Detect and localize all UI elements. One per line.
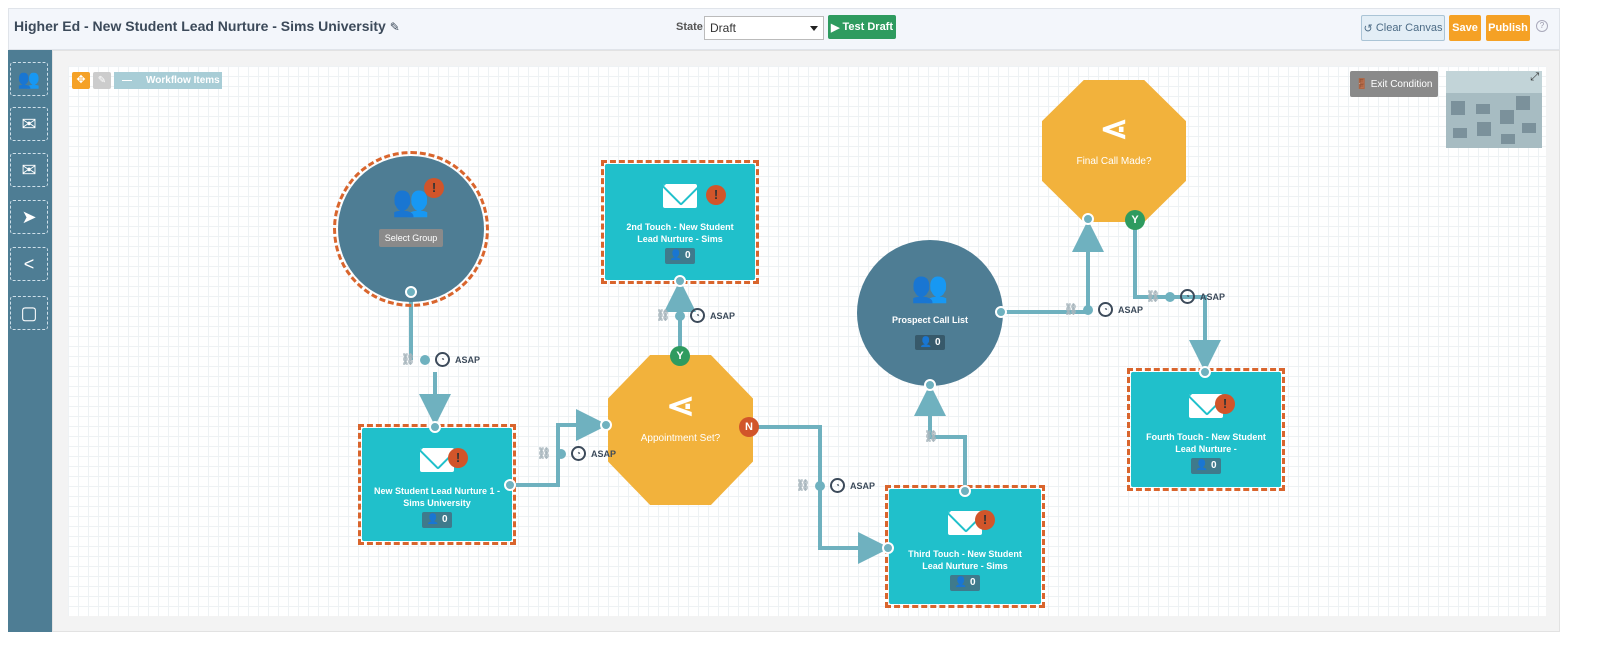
email-node-2[interactable]: 2nd Touch - New Student Lead Nurture - S… bbox=[605, 164, 755, 280]
email-node-4[interactable]: Fourth Touch - New Student Lead Nurture … bbox=[1131, 372, 1281, 487]
clock-icon: ◔ bbox=[570, 446, 586, 461]
delay-label[interactable]: ⛓ ◔ ASAP bbox=[796, 478, 875, 493]
delay-label[interactable]: ⛓ ◔ ASAP bbox=[656, 308, 735, 323]
node-label: Prospect Call List bbox=[891, 315, 969, 325]
node-label: New Student Lead Nurture 1 - Sims Univer… bbox=[374, 486, 501, 508]
delay-label[interactable]: ⛓ ◔ ASAP bbox=[401, 352, 480, 367]
final-call-made-split-node[interactable]: ⋖ Final Call Made? bbox=[1042, 80, 1186, 222]
select-group-button[interactable]: Select Group bbox=[378, 229, 444, 247]
user-icon: 👤 bbox=[426, 514, 439, 525]
contact-count: 👤 0 bbox=[1191, 458, 1221, 474]
connector-line bbox=[1000, 220, 1104, 314]
connector-dot bbox=[555, 448, 566, 459]
unlink-icon[interactable]: ⛓ bbox=[656, 309, 670, 322]
clock-icon: ◔ bbox=[1179, 289, 1195, 304]
unlink-label[interactable]: ⛓ bbox=[924, 430, 938, 443]
warning-icon: ! bbox=[975, 510, 995, 530]
connector-port[interactable] bbox=[924, 379, 936, 391]
node-label: Final Call Made? bbox=[1076, 156, 1152, 167]
delay-label[interactable]: ⛓ ◔ ASAP bbox=[1064, 302, 1143, 317]
node-label: Third Touch - New Student Lead Nurture -… bbox=[908, 549, 1022, 571]
user-icon: 👤 bbox=[669, 250, 682, 261]
connector-port[interactable] bbox=[429, 421, 441, 433]
delay-label[interactable]: ⛓ ◔ ASAP bbox=[537, 446, 616, 461]
clock-icon: ◔ bbox=[1097, 302, 1113, 317]
warning-icon: ! bbox=[424, 178, 444, 198]
appointment-set-split-node[interactable]: ⋖ Appointment Set? bbox=[608, 355, 753, 505]
clock-icon: ◔ bbox=[829, 478, 845, 493]
email-node-3[interactable]: Third Touch - New Student Lead Nurture -… bbox=[889, 489, 1041, 604]
unlink-icon[interactable]: ⛓ bbox=[401, 353, 415, 366]
group-icon: 👥 bbox=[911, 271, 949, 304]
envelope-icon bbox=[663, 184, 697, 208]
no-badge[interactable]: N bbox=[739, 417, 759, 437]
clock-icon: ◔ bbox=[689, 308, 705, 323]
contact-count: 👤 0 bbox=[422, 512, 452, 528]
node-label: Appointment Set? bbox=[640, 433, 721, 444]
connector-port[interactable] bbox=[1199, 366, 1211, 378]
node-label: 2nd Touch - New Student Lead Nurture - S… bbox=[626, 222, 734, 244]
delay-label[interactable]: ⛓ ◔ ASAP bbox=[1146, 289, 1225, 304]
yes-badge[interactable]: Y bbox=[670, 346, 690, 366]
connectors bbox=[0, 220, 1221, 564]
unlink-icon[interactable]: ⛓ bbox=[796, 479, 810, 492]
connector-port[interactable] bbox=[405, 286, 417, 298]
select-group-node[interactable]: 👥 Select Group bbox=[338, 156, 484, 302]
connector-dot bbox=[419, 354, 430, 365]
warning-icon: ! bbox=[448, 448, 468, 468]
user-icon: 👤 bbox=[919, 337, 932, 348]
connector-port[interactable] bbox=[959, 485, 971, 497]
node-label: Fourth Touch - New Student Lead Nurture … bbox=[1146, 432, 1266, 454]
user-icon: 👤 bbox=[954, 577, 967, 588]
email-node-1[interactable]: New Student Lead Nurture 1 - Sims Univer… bbox=[362, 428, 512, 541]
unlink-icon[interactable]: ⛓ bbox=[1146, 290, 1160, 303]
split-icon: ⋖ bbox=[1099, 110, 1129, 148]
user-icon: 👤 bbox=[1195, 460, 1208, 471]
contact-count: 👤 0 bbox=[950, 575, 980, 591]
clock-icon: ◔ bbox=[434, 352, 450, 367]
connector-dot bbox=[1082, 304, 1093, 315]
connector-port[interactable] bbox=[882, 542, 894, 554]
connector-port[interactable] bbox=[600, 419, 612, 431]
connector-port[interactable] bbox=[1082, 213, 1094, 225]
warning-icon: ! bbox=[1215, 394, 1235, 414]
split-icon: ⋖ bbox=[666, 387, 695, 425]
group-icon: 👥 bbox=[392, 185, 430, 218]
connector-dot bbox=[674, 310, 685, 321]
connector-port[interactable] bbox=[674, 275, 686, 287]
yes-badge[interactable]: Y bbox=[1125, 210, 1145, 230]
connector-port[interactable] bbox=[504, 479, 516, 491]
connector-dot bbox=[814, 480, 825, 491]
contact-count: 👤 0 bbox=[665, 248, 695, 264]
contact-count: 👤 0 bbox=[915, 335, 945, 350]
connector-port[interactable] bbox=[995, 306, 1007, 318]
unlink-icon[interactable]: ⛓ bbox=[924, 430, 938, 443]
prospect-call-list-node[interactable]: 👥 Prospect Call List 👤 0 bbox=[857, 240, 1003, 386]
unlink-icon[interactable]: ⛓ bbox=[537, 447, 551, 460]
warning-icon: ! bbox=[706, 185, 726, 205]
connector-dot bbox=[1164, 291, 1175, 302]
unlink-icon[interactable]: ⛓ bbox=[1064, 303, 1078, 316]
